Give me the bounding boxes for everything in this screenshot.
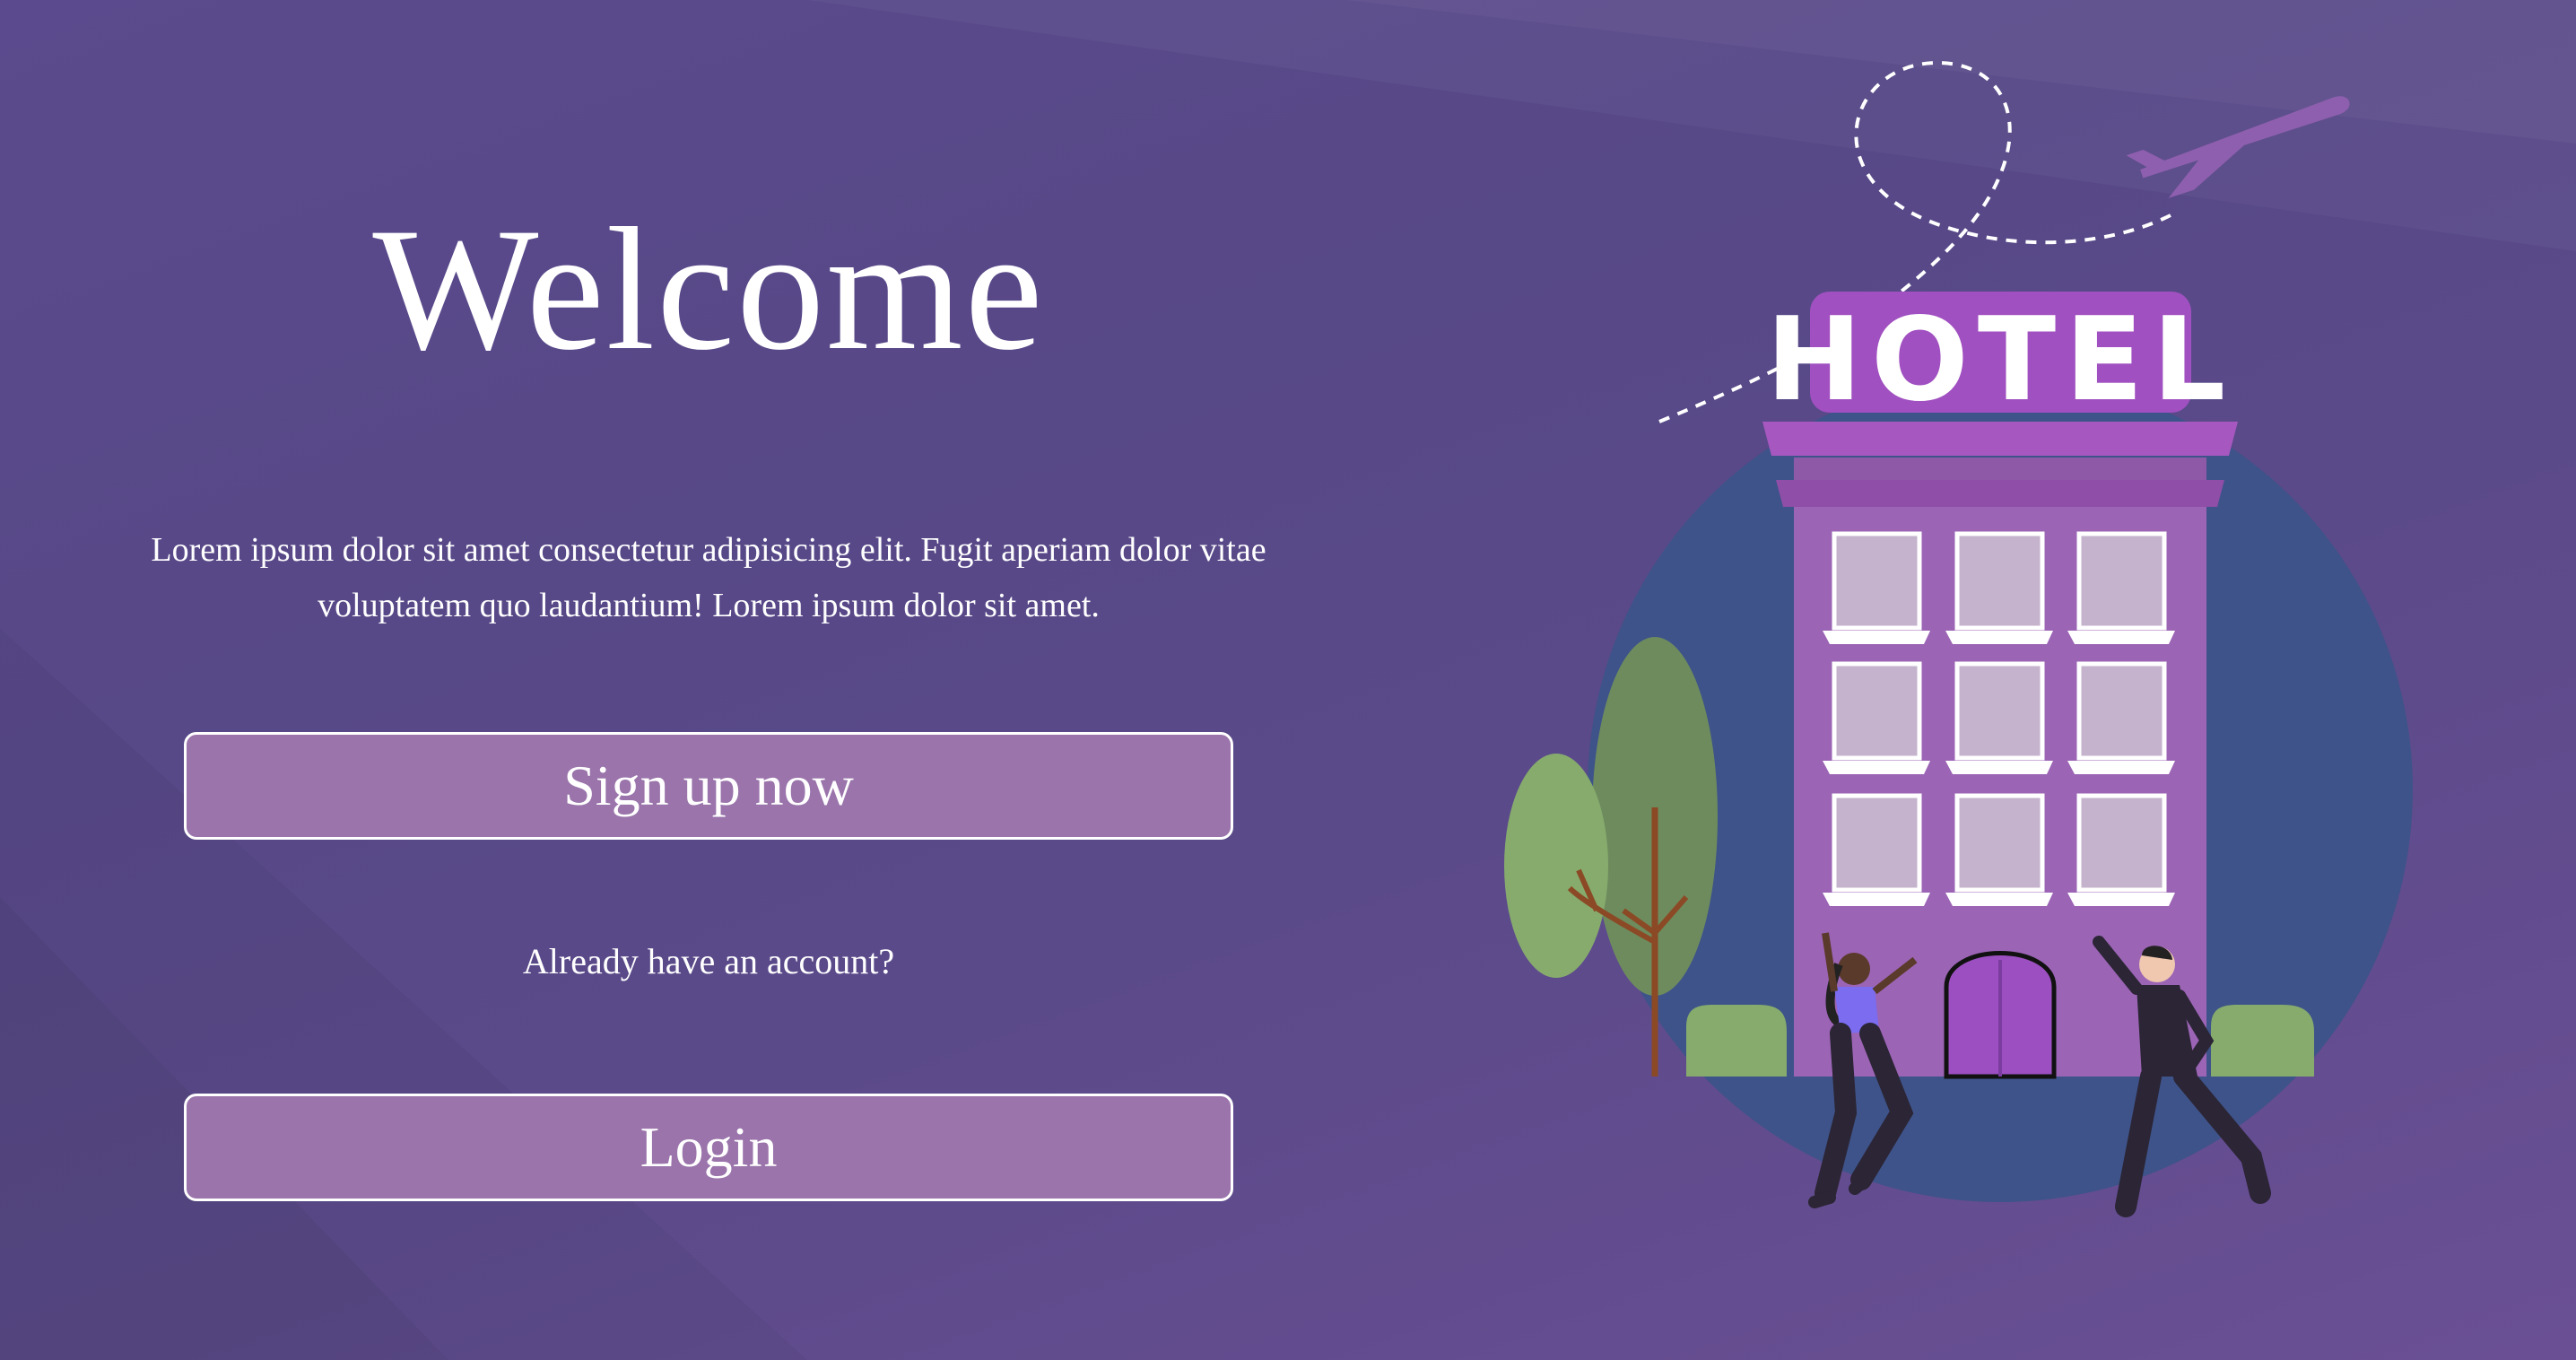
signup-button[interactable]: Sign up now [184,732,1233,840]
page-description: Lorem ipsum dolor sit amet consectetur a… [151,531,1266,624]
already-have-account-text: Already have an account? [522,941,895,981]
airplane-icon [2126,96,2350,198]
welcome-panel: Welcome Lorem ipsum dolor sit amet conse… [0,0,1417,1360]
hotel-sign-text: HOTEL [1766,293,2234,427]
page-title: Welcome [372,192,1045,387]
hotel-building-illustration: HOTEL [1504,60,2413,1217]
bush-icon [2211,1005,2314,1077]
login-button[interactable]: Login [184,1094,1233,1201]
bush-icon [1686,1005,1787,1077]
